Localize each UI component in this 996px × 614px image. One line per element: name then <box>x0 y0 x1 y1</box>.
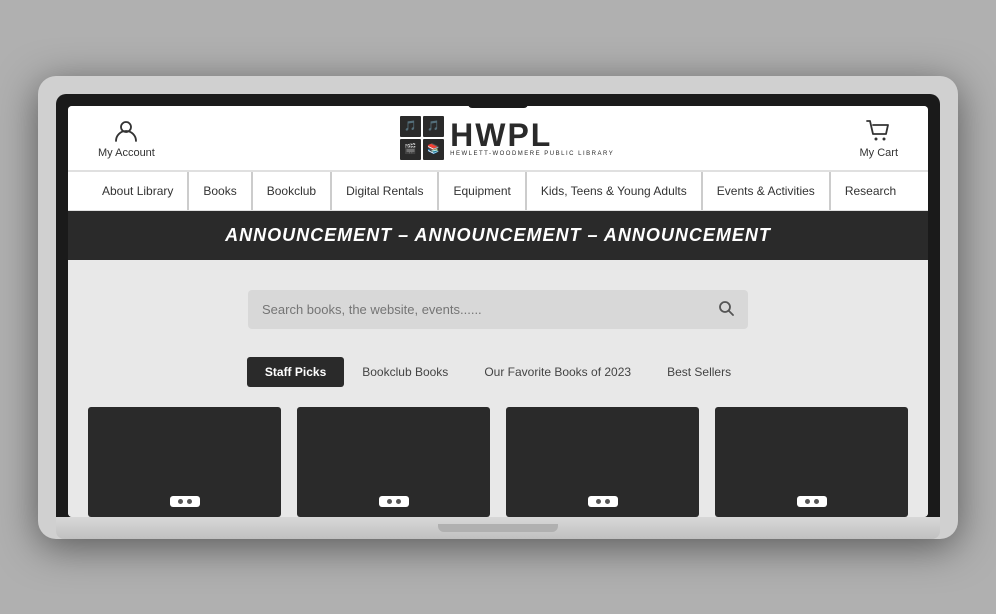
book-badge-3 <box>588 496 618 507</box>
badge-dot-2 <box>187 499 192 504</box>
book-badge-1 <box>170 496 200 507</box>
announcement-banner: ANNOUNCEMENT – ANNOUNCEMENT – ANNOUNCEME… <box>68 211 928 260</box>
laptop-notch <box>468 98 528 108</box>
tab-staff-picks[interactable]: Staff Picks <box>247 357 344 387</box>
search-icon <box>718 300 734 316</box>
nav-item-books[interactable]: Books <box>187 172 250 210</box>
logo-text: HWPL HEWLETT-WOODMERE PUBLIC LIBRARY <box>450 119 614 157</box>
nav-item-research[interactable]: Research <box>829 172 910 210</box>
logo-subtitle: HEWLETT-WOODMERE PUBLIC LIBRARY <box>450 151 614 157</box>
nav-item-about-library[interactable]: About Library <box>88 172 187 210</box>
badge-dot-7 <box>805 499 810 504</box>
search-input[interactable] <box>262 302 710 317</box>
logo-cell-2: 🎵 <box>423 116 444 137</box>
badge-dot-4 <box>396 499 401 504</box>
tab-favorite-books-2023[interactable]: Our Favorite Books of 2023 <box>466 357 649 387</box>
search-bar <box>248 290 748 329</box>
nav-item-bookclub[interactable]: Bookclub <box>251 172 330 210</box>
book-badge-2 <box>379 496 409 507</box>
cart-icon <box>865 117 893 145</box>
site-header: My Account 🎵 🎵 🎬 📚 HWPL HEWLETT-WOODMERE… <box>68 106 928 171</box>
tab-best-sellers[interactable]: Best Sellers <box>649 357 749 387</box>
logo-grid: 🎵 🎵 🎬 📚 <box>400 116 444 160</box>
badge-dot-5 <box>596 499 601 504</box>
badge-dot-8 <box>814 499 819 504</box>
account-icon <box>112 117 140 145</box>
book-badge-4 <box>797 496 827 507</box>
account-section[interactable]: My Account <box>98 117 155 159</box>
search-container <box>88 290 908 329</box>
nav-item-equipment[interactable]: Equipment <box>437 172 524 210</box>
header-logo[interactable]: 🎵 🎵 🎬 📚 HWPL HEWLETT-WOODMERE PUBLIC LIB… <box>400 116 614 160</box>
main-content: Staff Picks Bookclub Books Our Favorite … <box>68 260 928 517</box>
logo-hwpl: HWPL <box>450 119 614 151</box>
logo-cell-4: 📚 <box>423 139 444 160</box>
cart-section[interactable]: My Cart <box>860 117 899 159</box>
nav-item-events[interactable]: Events & Activities <box>701 172 829 210</box>
tab-bookclub-books[interactable]: Bookclub Books <box>344 357 466 387</box>
books-grid <box>88 407 908 517</box>
logo-cell-3: 🎬 <box>400 139 421 160</box>
book-card-3[interactable] <box>506 407 699 517</box>
book-card-2[interactable] <box>297 407 490 517</box>
badge-dot-1 <box>178 499 183 504</box>
search-button[interactable] <box>718 300 734 319</box>
announcement-text: ANNOUNCEMENT – ANNOUNCEMENT – ANNOUNCEME… <box>225 225 771 245</box>
laptop-outer: My Account 🎵 🎵 🎬 📚 HWPL HEWLETT-WOODMERE… <box>38 76 958 539</box>
badge-dot-3 <box>387 499 392 504</box>
nav-list: About Library Books Bookclub Digital Ren… <box>88 172 908 210</box>
laptop-base-notch <box>438 524 558 532</box>
book-card-4[interactable] <box>715 407 908 517</box>
account-label: My Account <box>98 147 155 159</box>
logo-cell-1: 🎵 <box>400 116 421 137</box>
site-nav: About Library Books Bookclub Digital Ren… <box>68 171 928 211</box>
screen-bezel: My Account 🎵 🎵 🎬 📚 HWPL HEWLETT-WOODMERE… <box>56 94 940 517</box>
nav-item-kids-teens[interactable]: Kids, Teens & Young Adults <box>525 172 701 210</box>
books-tabs: Staff Picks Bookclub Books Our Favorite … <box>88 357 908 387</box>
cart-label: My Cart <box>860 147 899 159</box>
laptop-base <box>56 517 940 539</box>
badge-dot-6 <box>605 499 610 504</box>
book-card-1[interactable] <box>88 407 281 517</box>
nav-item-digital-rentals[interactable]: Digital Rentals <box>330 172 437 210</box>
laptop-screen: My Account 🎵 🎵 🎬 📚 HWPL HEWLETT-WOODMERE… <box>68 106 928 517</box>
